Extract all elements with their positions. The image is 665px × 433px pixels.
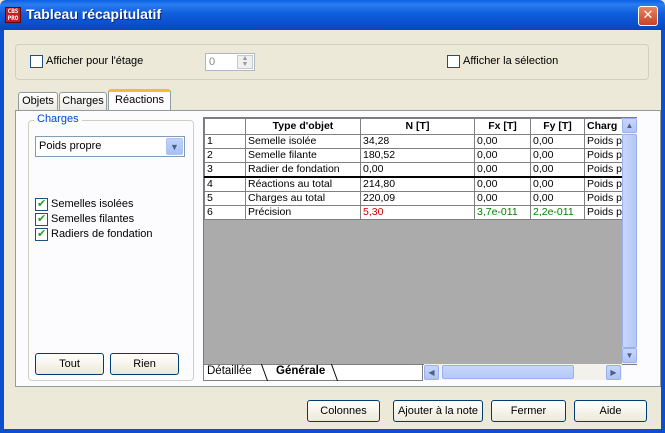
- cell-fy[interactable]: 0,00: [530, 134, 585, 149]
- window-frame-right: [661, 30, 665, 433]
- help-button[interactable]: Aide: [574, 400, 647, 422]
- cell-n[interactable]: 0,00: [360, 162, 475, 178]
- cell-type[interactable]: Charges au total: [245, 191, 361, 206]
- cell-fx[interactable]: 0,00: [474, 176, 531, 192]
- cell-n[interactable]: 214,80: [360, 176, 475, 192]
- cell-fy[interactable]: 0,00: [530, 176, 585, 192]
- chevron-down-icon[interactable]: ▼: [166, 138, 183, 155]
- sheet-tab-generale[interactable]: Générale: [276, 365, 325, 377]
- tab-charges[interactable]: Charges: [59, 92, 107, 110]
- col-header-type[interactable]: Type d'objet: [245, 118, 361, 135]
- cell-type[interactable]: Précision: [245, 205, 361, 220]
- results-table: Type d'objet N [T] Fx [T] Fy [T] Charg 1…: [204, 118, 626, 220]
- col-header-n[interactable]: N [T]: [360, 118, 475, 135]
- check-semelles-isolees-label: Semelles isolées: [51, 198, 134, 210]
- row-number: 4: [204, 176, 246, 192]
- row-number: 6: [204, 205, 246, 220]
- cell-fy[interactable]: 0,00: [530, 191, 585, 206]
- check-semelles-filantes[interactable]: [35, 212, 48, 226]
- floor-checkbox[interactable]: [30, 55, 43, 68]
- cell-charge[interactable]: Poids p: [583, 191, 626, 206]
- tab-reactions[interactable]: Réactions: [108, 89, 171, 110]
- cell-n[interactable]: 5,30: [360, 205, 475, 220]
- spinner-arrows-icon[interactable]: ▲ ▼: [237, 55, 253, 69]
- check-radiers-label: Radiers de fondation: [51, 228, 153, 240]
- cell-type[interactable]: Radier de fondation: [245, 162, 361, 178]
- table-row[interactable]: 1 Semelle isolée 34,28 0,00 0,00 Poids p: [204, 134, 626, 149]
- cell-charge[interactable]: Poids p: [583, 162, 626, 178]
- charges-legend: Charges: [34, 113, 82, 125]
- scroll-up-icon[interactable]: ▲: [622, 118, 637, 133]
- vertical-scroll-thumb[interactable]: [622, 134, 637, 348]
- add-note-button[interactable]: Ajouter à la note: [393, 400, 483, 422]
- window-title: Tableau récapitulatif: [26, 6, 162, 22]
- window-frame-bottom: [0, 429, 665, 433]
- selection-label: Afficher la sélection: [463, 55, 559, 67]
- header-row: Type d'objet N [T] Fx [T] Fy [T] Charg: [204, 118, 626, 135]
- col-header-fx[interactable]: Fx [T]: [474, 118, 531, 135]
- selection-checkbox[interactable]: [447, 55, 460, 68]
- cell-charge[interactable]: Poids p: [583, 176, 626, 192]
- cell-charge[interactable]: Poids p: [583, 148, 626, 163]
- cell-n[interactable]: 34,28: [360, 134, 475, 149]
- cell-charge[interactable]: Poids p: [583, 134, 626, 149]
- cell-fx[interactable]: 0,00: [474, 162, 531, 178]
- scroll-right-icon[interactable]: ▶: [606, 365, 621, 380]
- col-header-charge[interactable]: Charg: [583, 118, 626, 135]
- row-number: 2: [204, 148, 246, 163]
- cell-fx[interactable]: 0,00: [474, 148, 531, 163]
- load-case-combo[interactable]: Poids propre: [35, 136, 185, 157]
- cell-fy[interactable]: 0,00: [530, 162, 585, 178]
- row-number: 3: [204, 162, 246, 178]
- table-row[interactable]: 6 Précision 5,30 3,7e-011 2,2e-011 Poids…: [204, 205, 626, 220]
- check-semelles-filantes-label: Semelles filantes: [51, 213, 135, 225]
- table-row[interactable]: 3 Radier de fondation 0,00 0,00 0,00 Poi…: [204, 162, 626, 178]
- table-row[interactable]: 5 Charges au total 220,09 0,00 0,00 Poid…: [204, 191, 626, 206]
- horizontal-scroll-thumb[interactable]: [442, 365, 574, 379]
- check-radiers[interactable]: [35, 227, 48, 241]
- cell-type[interactable]: Semelle filante: [245, 148, 361, 163]
- row-number: 5: [204, 191, 246, 206]
- cell-fx[interactable]: 3,7e-011: [474, 205, 531, 220]
- cell-fx[interactable]: 0,00: [474, 191, 531, 206]
- col-header-fy[interactable]: Fy [T]: [530, 118, 585, 135]
- scroll-left-icon[interactable]: ◀: [424, 365, 439, 380]
- results-grid[interactable]: Type d'objet N [T] Fx [T] Fy [T] Charg 1…: [203, 117, 637, 365]
- table-row[interactable]: 4 Réactions au total 214,80 0,00 0,00 Po…: [204, 176, 626, 192]
- columns-button[interactable]: Colonnes: [307, 400, 380, 422]
- window-frame-left: [0, 30, 4, 433]
- scroll-down-icon[interactable]: ▼: [622, 348, 637, 363]
- cell-type[interactable]: Semelle isolée: [245, 134, 361, 149]
- floor-label: Afficher pour l'étage: [46, 55, 144, 67]
- tab-objets[interactable]: Objets: [18, 92, 58, 110]
- table-row[interactable]: 2 Semelle filante 180,52 0,00 0,00 Poids…: [204, 148, 626, 163]
- cell-n[interactable]: 220,09: [360, 191, 475, 206]
- close-window-button[interactable]: ✕: [638, 6, 658, 26]
- close-button[interactable]: Fermer: [491, 400, 566, 422]
- sheet-tab-detaillee[interactable]: Détaillée: [207, 365, 252, 377]
- all-button[interactable]: Tout: [35, 353, 104, 375]
- cell-charge[interactable]: Poids p: [583, 205, 626, 220]
- cell-n[interactable]: 180,52: [360, 148, 475, 163]
- cell-type[interactable]: Réactions au total: [245, 176, 361, 192]
- none-button[interactable]: Rien: [110, 353, 179, 375]
- charges-group: [28, 120, 194, 381]
- cell-fx[interactable]: 0,00: [474, 134, 531, 149]
- row-number: 1: [204, 134, 246, 149]
- check-semelles-isolees[interactable]: [35, 197, 48, 211]
- app-icon: CBS PRO: [5, 7, 21, 23]
- cell-fy[interactable]: 2,2e-011: [530, 205, 585, 220]
- corner-cell: [204, 118, 246, 135]
- cell-fy[interactable]: 0,00: [530, 148, 585, 163]
